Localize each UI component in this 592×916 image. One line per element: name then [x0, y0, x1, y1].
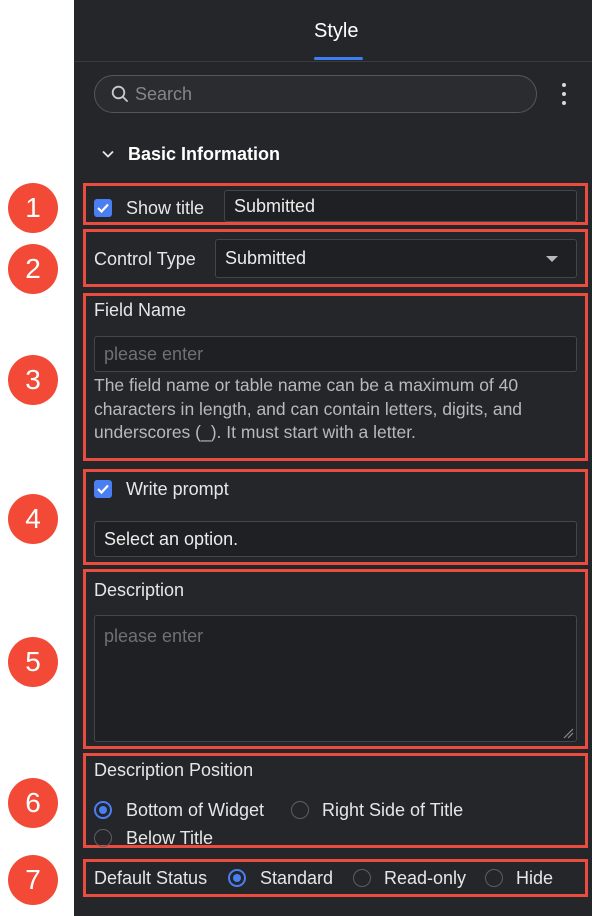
radio-read-only[interactable] [353, 869, 371, 887]
write-prompt-label: Write prompt [126, 479, 229, 499]
checkmark-icon [97, 203, 109, 214]
radio-label-hide[interactable]: Hide [516, 868, 553, 889]
tab-active-indicator [314, 57, 363, 60]
field-name-help-text: The field name or table name can be a ma… [94, 375, 523, 442]
search-input[interactable] [135, 84, 525, 104]
section-basic-information[interactable]: Basic Information [100, 142, 280, 166]
write-prompt-select[interactable]: Select an option. [94, 521, 577, 557]
show-title-input[interactable]: Submitted [224, 190, 577, 222]
dropdown-arrow-icon [546, 256, 558, 262]
radio-right-side-of-title[interactable] [291, 801, 309, 819]
control-type-label: Control Type [94, 249, 196, 269]
callout-badge-3: 3 [8, 355, 58, 405]
field-name-placeholder: please enter [104, 343, 204, 364]
radio-label-standard[interactable]: Standard [260, 868, 333, 889]
radio-hide[interactable] [485, 869, 503, 887]
radio-label-below-title[interactable]: Below Title [126, 828, 213, 849]
callout-badge-7: 7 [8, 855, 58, 905]
radio-below-title[interactable] [94, 829, 112, 847]
description-textarea[interactable]: please enter [94, 615, 577, 742]
style-panel: Style Basic Information Show title Submi… [74, 0, 592, 916]
resize-handle-icon[interactable] [562, 727, 574, 739]
radio-label-bottom-of-widget[interactable]: Bottom of Widget [126, 800, 264, 821]
control-type-select[interactable]: Submitted [215, 239, 577, 278]
more-options-icon[interactable] [556, 80, 572, 108]
show-title-checkbox[interactable] [94, 199, 112, 217]
header-divider [74, 61, 592, 62]
description-position-label: Description Position [94, 760, 254, 780]
default-status-label: Default Status [94, 868, 208, 888]
chevron-down-icon [102, 150, 114, 158]
search-box[interactable] [94, 75, 537, 113]
show-title-label: Show title [126, 198, 205, 218]
callout-badge-6: 6 [8, 778, 58, 828]
radio-label-right-side-of-title[interactable]: Right Side of Title [322, 800, 463, 821]
checkmark-icon [97, 484, 109, 495]
callout-badge-5: 5 [8, 637, 58, 687]
field-name-input[interactable]: please enter [94, 336, 577, 372]
callout-badge-4: 4 [8, 494, 58, 544]
search-icon [111, 85, 128, 102]
field-name-label: Field Name [94, 300, 187, 320]
section-title: Basic Information [128, 143, 281, 164]
write-prompt-checkbox[interactable] [94, 480, 112, 498]
tab-style[interactable]: Style [314, 20, 358, 43]
radio-label-read-only[interactable]: Read-only [384, 868, 466, 889]
radio-standard[interactable] [228, 869, 246, 887]
control-type-value: Submitted [225, 248, 307, 268]
description-label: Description [94, 580, 185, 600]
callout-badge-2: 2 [8, 244, 58, 294]
description-placeholder: please enter [104, 626, 204, 646]
callout-badge-1: 1 [8, 183, 58, 233]
radio-bottom-of-widget[interactable] [94, 801, 112, 819]
